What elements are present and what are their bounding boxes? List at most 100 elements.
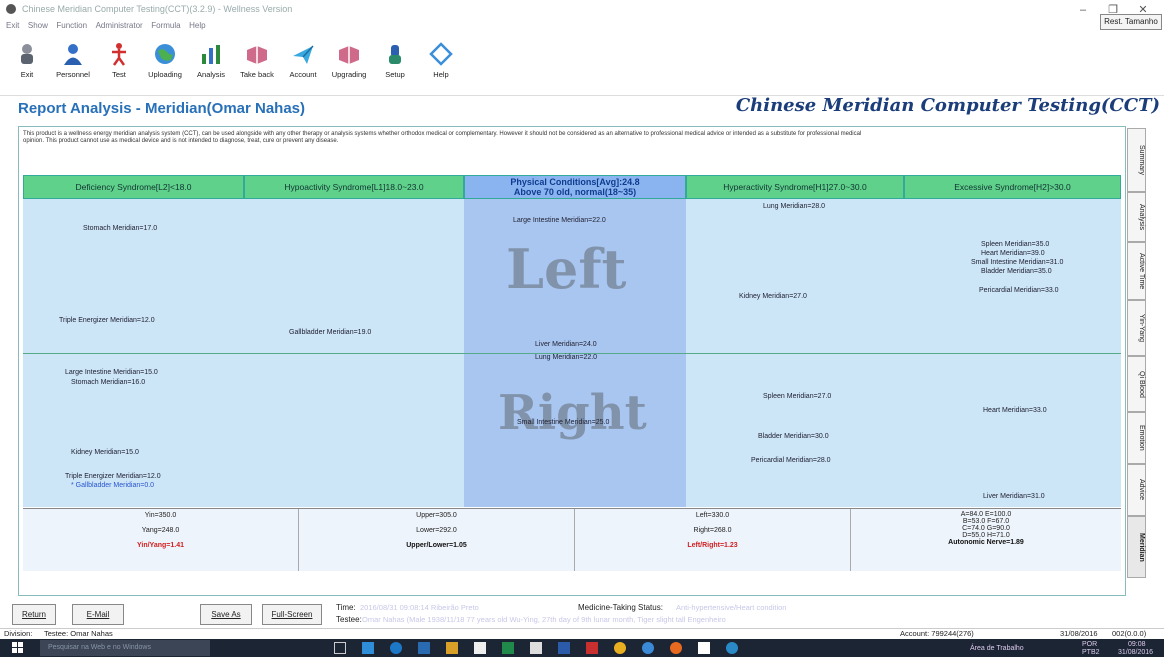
windows-start-icon[interactable] bbox=[12, 642, 24, 654]
excel-icon[interactable] bbox=[502, 642, 514, 654]
left-spleen: Spleen Meridian=35.0 bbox=[981, 241, 1050, 248]
autonomic-nerve-ratio: Autonomic Nerve=1.89 bbox=[948, 539, 1024, 546]
menu-help[interactable]: Help bbox=[189, 21, 205, 30]
folder-icon[interactable] bbox=[446, 642, 458, 654]
status-bar: Division: Testee: Omar Nahas Account: 79… bbox=[0, 628, 1164, 639]
tab-emotion[interactable]: Emotion bbox=[1127, 412, 1146, 464]
right-triple-energizer: Triple Energizer Meridian=12.0 bbox=[65, 473, 161, 480]
ratio-summary: Yin=350.0 Yang=248.0 Yin/Yang=1.41 Upper… bbox=[23, 508, 1121, 571]
report-panel: This product is a wellness energy meridi… bbox=[18, 126, 1126, 596]
menu-function[interactable]: Function bbox=[56, 21, 87, 30]
tab-active-time[interactable]: Active Time bbox=[1127, 242, 1146, 300]
toolbar-upgrading-button[interactable]: Upgrading bbox=[326, 38, 372, 94]
left-liver: Liver Meridian=24.0 bbox=[535, 341, 597, 348]
toolbar-personnel-label: Personnel bbox=[56, 70, 90, 79]
right-gallbladder: * Gallbladder Meridian=0.0 bbox=[71, 482, 155, 489]
toolbar-uploading-button[interactable]: Uploading bbox=[142, 38, 188, 94]
toolbar-analysis-label: Analysis bbox=[197, 70, 225, 79]
toolbar-uploading-label: Uploading bbox=[148, 70, 182, 79]
report-title: Report Analysis - Meridian(Omar Nahas) bbox=[18, 100, 306, 117]
diamond-icon bbox=[429, 42, 453, 66]
app-globe-icon[interactable] bbox=[642, 642, 654, 654]
physical-conditions-normal: Above 70 old, normal(18~35) bbox=[513, 187, 637, 197]
keyboard-layout[interactable]: PTB2 bbox=[1082, 649, 1100, 656]
header-excessive: Excessive Syndrome[H2]>30.0 bbox=[904, 175, 1121, 199]
chrome-icon[interactable] bbox=[614, 642, 626, 654]
book-icon bbox=[247, 46, 267, 64]
action-bar: Return E-Mail Save As Full-Screen Time: … bbox=[10, 602, 1160, 630]
left-lung: Lung Meridian=28.0 bbox=[763, 203, 826, 210]
cct-app-icon[interactable] bbox=[726, 642, 738, 654]
right-lung: Lung Meridian=22.0 bbox=[535, 354, 598, 361]
toolbar-personnel-button[interactable]: Personnel bbox=[50, 38, 96, 94]
hand-icon bbox=[389, 45, 401, 64]
menu-administrator[interactable]: Administrator bbox=[96, 21, 143, 30]
right-stomach: Stomach Meridian=16.0 bbox=[71, 379, 146, 386]
menu-formula[interactable]: Formula bbox=[151, 21, 180, 30]
tab-advice[interactable]: Advice bbox=[1127, 464, 1146, 516]
taskbar-search[interactable]: Pesquisar na Web e no Windows bbox=[40, 640, 210, 656]
right-bladder: Bladder Meridian=30.0 bbox=[758, 433, 829, 440]
edge-icon[interactable] bbox=[390, 642, 402, 654]
toolbar-setup-button[interactable]: Setup bbox=[372, 38, 418, 94]
explorer-icon[interactable] bbox=[362, 642, 374, 654]
save-as-button[interactable]: Save As bbox=[200, 604, 252, 625]
store-icon[interactable] bbox=[418, 642, 430, 654]
title-bar: Chinese Meridian Computer Testing(CCT)(3… bbox=[0, 0, 1164, 20]
tab-meridian[interactable]: Meridian bbox=[1127, 516, 1146, 578]
minimize-button[interactable]: – bbox=[1072, 0, 1094, 20]
clock-time[interactable]: 09:08 bbox=[1128, 641, 1146, 648]
right-heart: Heart Meridian=33.0 bbox=[983, 407, 1047, 414]
desktop-label[interactable]: Área de Trabalho bbox=[970, 645, 1024, 652]
toolbar-account-label: Account bbox=[289, 70, 317, 79]
menu-exit[interactable]: Exit bbox=[6, 21, 19, 30]
tab-analysis[interactable]: Analysis bbox=[1127, 192, 1146, 242]
time-label: Time: bbox=[336, 603, 356, 612]
camera-icon[interactable] bbox=[474, 642, 486, 654]
left-stomach: Stomach Meridian=17.0 bbox=[83, 225, 158, 232]
clock-date[interactable]: 31/08/2016 bbox=[1118, 649, 1153, 656]
menu-show[interactable]: Show bbox=[28, 21, 48, 30]
lower-value: Lower=292.0 bbox=[416, 527, 457, 534]
tab-qi-blood[interactable]: Qi Blood bbox=[1127, 356, 1146, 412]
toolbar-test-label: Test bbox=[112, 70, 126, 79]
windows-taskbar: Pesquisar na Web e no Windows Área de Tr… bbox=[0, 639, 1164, 657]
word-icon[interactable] bbox=[558, 642, 570, 654]
app-icon bbox=[6, 4, 16, 14]
right-large-intestine: Large Intestine Meridian=15.0 bbox=[65, 369, 158, 376]
upper-lower-cell: Upper=305.0 Lower=292.0 Upper/Lower=1.05 bbox=[299, 509, 575, 571]
toolbar-analysis-button[interactable]: Analysis bbox=[188, 38, 234, 94]
email-button[interactable]: E-Mail bbox=[72, 604, 124, 625]
printer-icon[interactable] bbox=[530, 642, 542, 654]
bar-chart-icon bbox=[202, 45, 220, 64]
toolbar-exit-button[interactable]: Exit bbox=[4, 38, 50, 94]
tab-summary[interactable]: Summary bbox=[1127, 128, 1146, 192]
toolbar-account-button[interactable]: Account bbox=[280, 38, 326, 94]
person-icon bbox=[64, 44, 82, 65]
division-label: Division: bbox=[4, 629, 33, 638]
language-indicator[interactable]: POR bbox=[1082, 641, 1097, 648]
tab-yin-yang[interactable]: Yin-Yang bbox=[1127, 300, 1146, 356]
left-heart: Heart Meridian=39.0 bbox=[981, 250, 1045, 257]
left-gallbladder: Gallbladder Meridian=19.0 bbox=[289, 329, 372, 336]
left-watermark: Left bbox=[506, 237, 627, 301]
return-button[interactable]: Return bbox=[12, 604, 56, 625]
brand-title: Chinese Meridian Computer Testing(CCT) bbox=[735, 95, 1160, 116]
task-view-icon[interactable] bbox=[334, 642, 346, 654]
yin-yang-ratio: Yin/Yang=1.41 bbox=[136, 542, 184, 549]
toolbar-help-button[interactable]: Help bbox=[418, 38, 464, 94]
toolbar-takeback-button[interactable]: Take back bbox=[234, 38, 280, 94]
yang-value: Yang=248.0 bbox=[141, 527, 180, 534]
medicine-status-value: Anti-hypertensive/Heart condition bbox=[676, 603, 787, 612]
right-liver: Liver Meridian=31.0 bbox=[983, 493, 1045, 500]
document-icon[interactable] bbox=[698, 642, 710, 654]
toolbar-test-button[interactable]: Test bbox=[96, 38, 142, 94]
toolbar-takeback-label: Take back bbox=[240, 70, 274, 79]
toolbar-upgrading-label: Upgrading bbox=[331, 70, 367, 79]
firefox-icon[interactable] bbox=[670, 642, 682, 654]
left-pericardial: Pericardial Meridian=33.0 bbox=[979, 287, 1059, 294]
right-value: Right=268.0 bbox=[693, 527, 732, 534]
upper-value: Upper=305.0 bbox=[416, 512, 457, 519]
pdf-icon[interactable] bbox=[586, 642, 598, 654]
full-screen-button[interactable]: Full-Screen bbox=[262, 604, 322, 625]
